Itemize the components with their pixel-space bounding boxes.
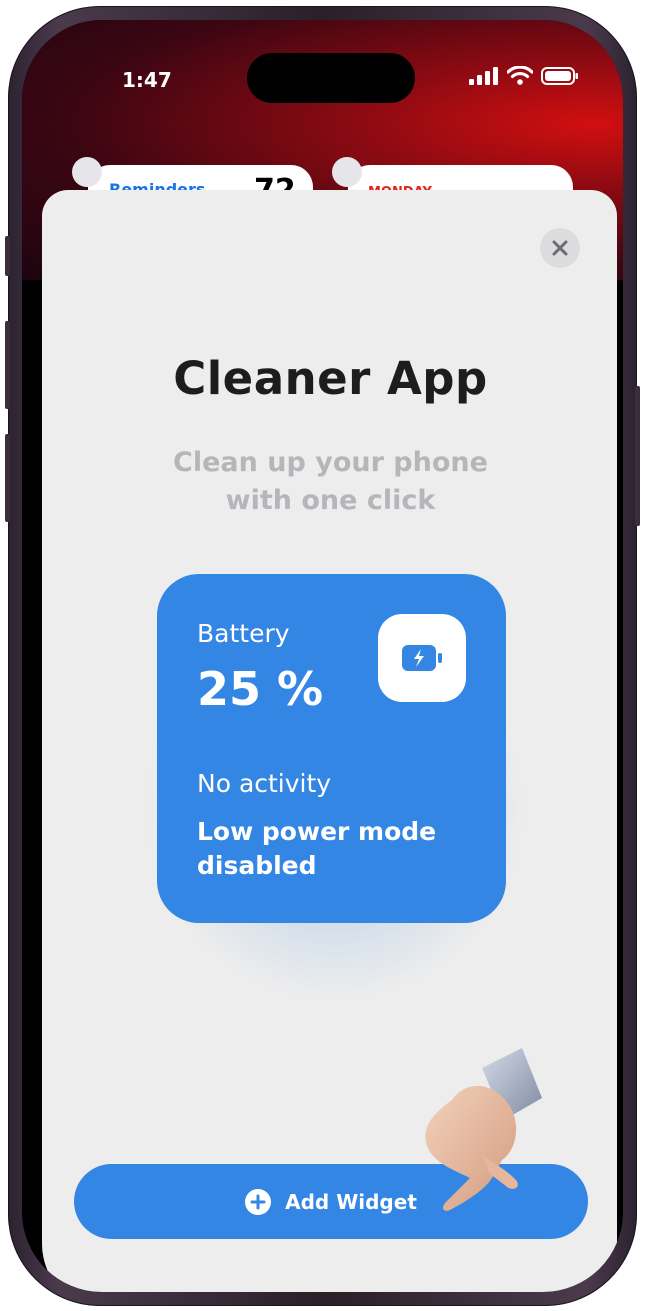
action-button [5, 236, 10, 276]
battery-icon [541, 66, 578, 85]
close-button[interactable] [540, 228, 580, 268]
subtitle-line-1: Clean up your phone [173, 447, 488, 478]
signal-icon [469, 66, 498, 85]
battery-charging-icon [402, 645, 442, 671]
status-icons [469, 66, 579, 85]
power-mode-status: Low power mode disabled [197, 817, 437, 880]
dynamic-island [247, 53, 415, 103]
add-widget-label: Add Widget [285, 1189, 417, 1214]
widget-remove-dot [332, 157, 362, 187]
close-icon [552, 240, 568, 256]
wifi-icon [507, 66, 533, 85]
pointing-hand-icon [425, 1048, 542, 1211]
battery-icon-tile [378, 614, 466, 702]
sheet-subtitle: Clean up your phone with one click [22, 444, 623, 520]
subtitle-line-2: with one click [225, 485, 436, 516]
sheet-title: Cleaner App [173, 352, 488, 405]
screen: 1:47 Reminders 72 MO [22, 20, 623, 1292]
phone-frame: 1:47 Reminders 72 MO [5, 6, 640, 1306]
battery-percentage: 25 % [197, 662, 324, 716]
activity-status: No activity [197, 769, 332, 798]
plus-circle-icon [245, 1188, 272, 1215]
volume-down-button [5, 434, 10, 522]
side-button [635, 386, 640, 526]
battery-widget-card[interactable]: Battery 25 % No activity Low power mode … [157, 574, 506, 923]
volume-up-button [5, 321, 10, 409]
status-time: 1:47 [122, 68, 172, 92]
battery-label: Battery [197, 619, 290, 648]
widget-remove-dot [72, 157, 102, 187]
